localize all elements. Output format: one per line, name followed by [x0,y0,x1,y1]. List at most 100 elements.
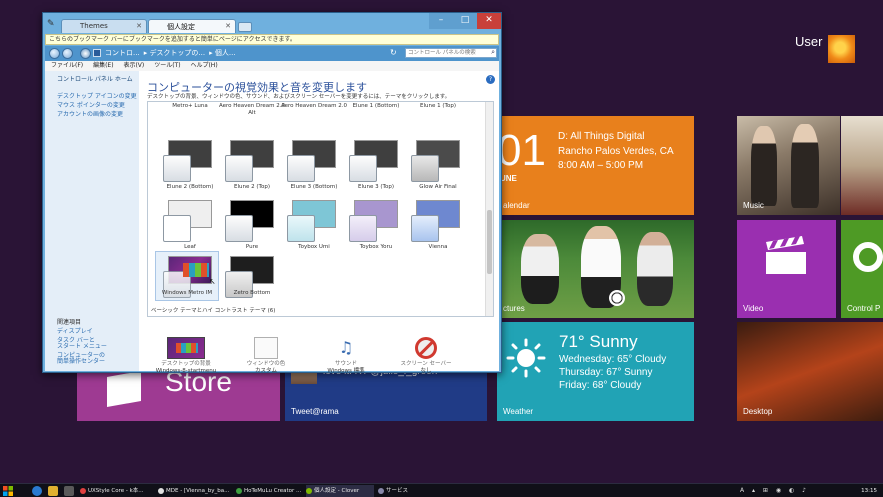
control-panel-icon [93,49,101,57]
menu-edit[interactable]: 編集(E) [93,62,113,69]
display-link[interactable]: ディスプレイ [57,326,93,335]
theme-window-preview [287,155,315,182]
personalization-window[interactable]: ✎ Themes ✕ 個人設定 ✕ – □ ✕ こちらのブックマーク バーにブッ… [42,12,502,375]
gear-icon [853,242,883,272]
store-bag-icon [107,371,141,407]
tab-strip: ✎ Themes ✕ 個人設定 ✕ – □ ✕ [43,13,501,33]
maximize-button[interactable]: □ [453,13,477,29]
weather-tile[interactable]: 71° Sunny Wednesday: 65° Cloudy Thursday… [497,322,694,421]
menu-view[interactable]: 表示(V) [123,62,144,69]
setting-title: スクリーン セーバー [400,361,452,367]
taskbar-clock[interactable]: 13:15 [861,485,877,497]
theme-gallery: Metro+ Luna Aero Heaven Dream 2.0 Alt Ae… [147,101,494,317]
wallpaper-icon [167,337,205,359]
tab-themes-label: Themes [80,22,108,30]
desktop-tile[interactable]: Desktop [737,322,883,421]
breadcrumb-item[interactable]: デスクトップの... [149,49,205,57]
control-panel-home-link[interactable]: コントロール パネル ホーム [57,74,133,83]
taskbar-task[interactable]: MDE - [Vienna_by_ba... [158,485,232,497]
taskbar-task[interactable]: サービス [378,485,428,497]
page-description: デスクトップの背景、ウィンドウの色、サウンド、およびスクリーン セーバーを変更す… [147,94,451,100]
theme-window-preview [225,215,253,242]
taskbar-task[interactable]: HoTeMuLu Creator ... [236,485,302,497]
theme-window-preview [225,155,253,182]
taskbar-task-active[interactable]: 個人設定 - Clover [306,485,374,497]
theme-name: Glow Air Final [419,184,457,190]
taskbar-link-line2[interactable]: スタート メニュー [57,341,107,350]
theme-item-selected[interactable]: Windows Metro IM ↖ [155,251,219,301]
tab-themes[interactable]: Themes ✕ [61,19,147,33]
user-avatar[interactable] [828,35,855,63]
up-button[interactable] [80,48,91,59]
sound-setting[interactable]: ♫ サウンド Windows 標準 [311,337,381,375]
breadcrumb[interactable]: コントロ... ▸ デスクトップの... ▸ 個人... [105,47,385,59]
help-icon[interactable]: ? [486,75,495,84]
back-button[interactable] [49,48,60,59]
taskbar-task-label: UXStyle Core - k本... [88,488,144,494]
wrench-icon[interactable]: ✎ [47,19,55,29]
control-panel-tile[interactable]: Control P [841,220,883,318]
app-icon[interactable] [64,486,74,496]
account-picture-link[interactable]: アカウントの画像の変更 [57,109,123,118]
theme-thumbnail [349,140,398,182]
new-tab-button[interactable] [238,22,252,32]
calendar-tile[interactable]: 01 UNE D: All Things Digital Rancho Palo… [497,116,694,215]
windows-start-icon[interactable] [3,486,13,496]
menu-file[interactable]: ファイル(F) [51,62,83,69]
search-icon[interactable]: ⌕ [491,48,495,57]
window-color-icon [254,337,278,359]
close-window-button[interactable]: ✕ [477,13,501,29]
theme-thumbnail [163,140,212,182]
mouse-cursor-icon: ↖ [209,277,216,286]
theme-name: Windows Metro IM [161,290,213,296]
photos-tile[interactable]: ctures [497,220,694,318]
screen-saver-setting[interactable]: スクリーン セーバー なし [391,337,461,375]
taskbar-task-label: HoTeMuLu Creator ... [244,488,302,494]
calendar-event-title: D: All Things Digital [558,131,645,142]
window-color-setting[interactable]: ウィンドウの色 カスタム [231,337,301,375]
tab-personalization[interactable]: 個人設定 ✕ [148,19,236,33]
mouse-pointer-link[interactable]: マウス ポインターの変更 [57,100,125,109]
minimize-button[interactable]: – [429,13,453,29]
desktop-icons-link[interactable]: デスクトップ アイコンの変更 [57,91,137,100]
theme-thumbnail [411,200,460,242]
vertical-scrollbar[interactable] [485,102,493,316]
metro-tiles-preview [176,343,198,353]
close-icon[interactable]: ✕ [136,22,142,30]
system-tray[interactable]: A ▴ ⊞ ◉ ◐ ♪ [740,485,809,497]
setting-value: Windows-8-startmenu [155,368,217,374]
app-icon [236,488,242,494]
ie-icon[interactable] [32,486,42,496]
ease-of-access-link-line2[interactable]: 簡単操作センター [57,356,105,365]
music-album-tile[interactable] [841,116,883,215]
video-tile-label: Video [743,304,764,313]
explorer-icon[interactable] [48,486,58,496]
refresh-icon[interactable]: ↻ [390,48,397,57]
breadcrumb-item[interactable]: コントロ... [105,49,140,57]
video-tile[interactable]: Video [737,220,836,318]
menu-help[interactable]: ヘルプ(H) [190,62,217,69]
menu-tools[interactable]: ツール(T) [154,62,180,69]
setting-title: ウィンドウの色 [246,361,286,367]
scrollbar-thumb[interactable] [487,210,492,274]
taskbar-task[interactable]: UXStyle Core - k本... [80,485,154,497]
search-input[interactable]: コントロール パネルの検索 ⌕ [405,48,497,58]
breadcrumb-item[interactable]: 個人... [215,49,236,57]
music-note-icon: ♫ [338,338,354,357]
no-screensaver-icon [415,337,437,359]
desktop-background-setting[interactable]: デスクトップの背景 Windows-8-startmenu [151,337,221,375]
app-icon [158,488,164,494]
music-artist-2 [791,124,819,208]
language-indicator[interactable]: A [740,487,747,494]
music-artist-1 [751,126,777,206]
tab-personalization-label: 個人設定 [167,23,195,31]
music-tile[interactable]: Music [737,116,840,215]
close-icon[interactable]: ✕ [225,22,231,30]
calendar-event-time: 8:00 AM – 5:00 PM [558,160,644,171]
basic-themes-heading[interactable]: ベーシック テーマとハイ コントラスト テーマ (6) [151,306,275,314]
user-name[interactable]: User [795,34,822,49]
setting-title: デスクトップの背景 [161,361,211,367]
menu-bar: ファイル(F) 編集(E) 表示(V) ツール(T) ヘルプ(H) [45,61,499,71]
forward-button[interactable] [62,48,73,59]
sun-icon [506,338,546,378]
